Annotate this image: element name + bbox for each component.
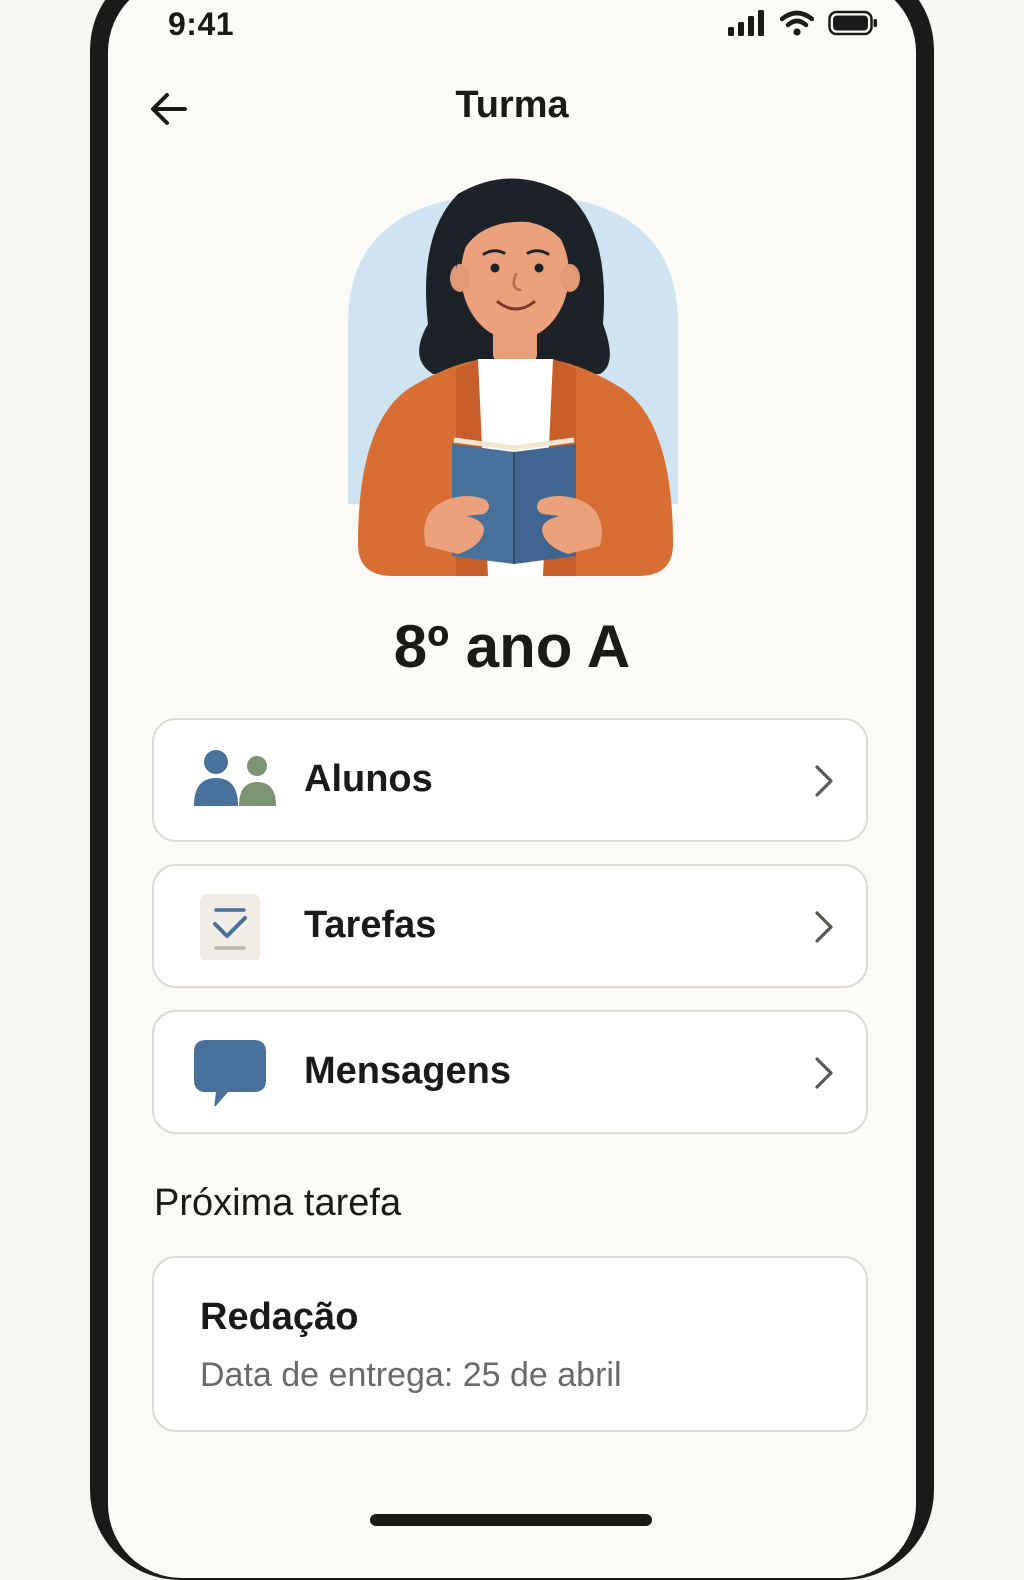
status-bar: 9:41 bbox=[108, 0, 916, 70]
chat-bubble-icon bbox=[194, 1040, 266, 1106]
teacher-illustration bbox=[348, 178, 678, 576]
task-due-date: Data de entrega: 25 de abril bbox=[200, 1356, 622, 1394]
menu-item-tarefas[interactable]: Tarefas bbox=[152, 864, 868, 988]
page-title: Turma bbox=[455, 84, 569, 126]
menu-item-label: Tarefas bbox=[304, 904, 437, 946]
class-title: 8º ano A bbox=[393, 613, 631, 680]
status-icons bbox=[728, 10, 878, 36]
menu-item-label: Mensagens bbox=[304, 1050, 511, 1092]
menu-item-label: Alunos bbox=[304, 758, 433, 800]
battery-icon bbox=[828, 10, 877, 36]
app-screen: 9:41 Turma 8º ano A Alunos Tarefas Mensa… bbox=[108, 0, 916, 1578]
status-time: 9:41 bbox=[168, 6, 235, 42]
menu-item-mensagens[interactable]: Mensagens bbox=[152, 1010, 868, 1134]
chevron-right-icon bbox=[815, 911, 833, 943]
header: Turma bbox=[108, 78, 916, 142]
task-title: Redação bbox=[200, 1296, 359, 1338]
next-task-card[interactable]: Redação Data de entrega: 25 de abril bbox=[152, 1256, 868, 1432]
section-title-next-task: Próxima tarefa bbox=[154, 1182, 402, 1224]
students-icon bbox=[194, 750, 276, 806]
chevron-right-icon bbox=[815, 1057, 833, 1089]
task-checklist-icon bbox=[200, 894, 260, 960]
cellular-signal-icon bbox=[728, 10, 764, 36]
menu-item-alunos[interactable]: Alunos bbox=[152, 718, 868, 842]
chevron-right-icon bbox=[815, 765, 833, 797]
wifi-icon bbox=[780, 10, 814, 36]
home-indicator[interactable] bbox=[370, 1514, 652, 1526]
